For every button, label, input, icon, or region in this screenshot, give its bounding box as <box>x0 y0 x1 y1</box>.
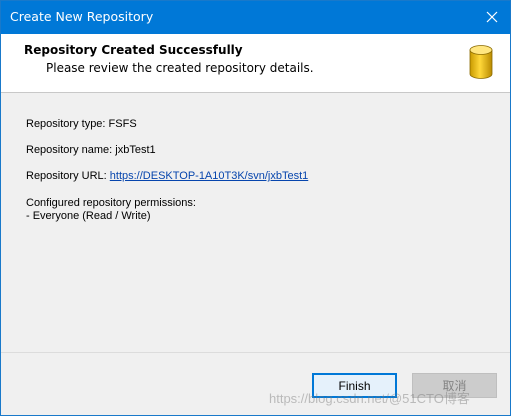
repository-url-label: Repository URL: <box>26 170 110 182</box>
watermark-text: https://blog.csdn.net/@51CTO博客 <box>269 391 470 406</box>
database-icon <box>469 45 493 79</box>
close-button[interactable] <box>474 1 510 34</box>
repository-url-row: Repository URL: https://DESKTOP-1A10T3K/… <box>26 170 308 182</box>
details-panel: Repository type: FSFS Repository name: j… <box>1 93 510 352</box>
repository-name: Repository name: jxbTest1 <box>26 144 156 156</box>
close-icon <box>486 11 498 23</box>
permissions-heading: Configured repository permissions: <box>26 197 196 209</box>
header-title: Repository Created Successfully <box>24 43 243 57</box>
repository-url-link[interactable]: https://DESKTOP-1A10T3K/svn/jxbTest1 <box>110 170 309 182</box>
window-title: Create New Repository <box>10 9 154 24</box>
repository-type: Repository type: FSFS <box>26 118 137 130</box>
title-bar[interactable]: Create New Repository <box>1 1 510 34</box>
permissions-item: - Everyone (Read / Write) <box>26 210 151 222</box>
header-subtitle: Please review the created repository det… <box>46 61 314 75</box>
footer-divider <box>1 352 510 353</box>
dialog-window: Create New Repository Repository Created… <box>0 0 511 416</box>
wizard-header: Repository Created Successfully Please r… <box>1 34 510 93</box>
